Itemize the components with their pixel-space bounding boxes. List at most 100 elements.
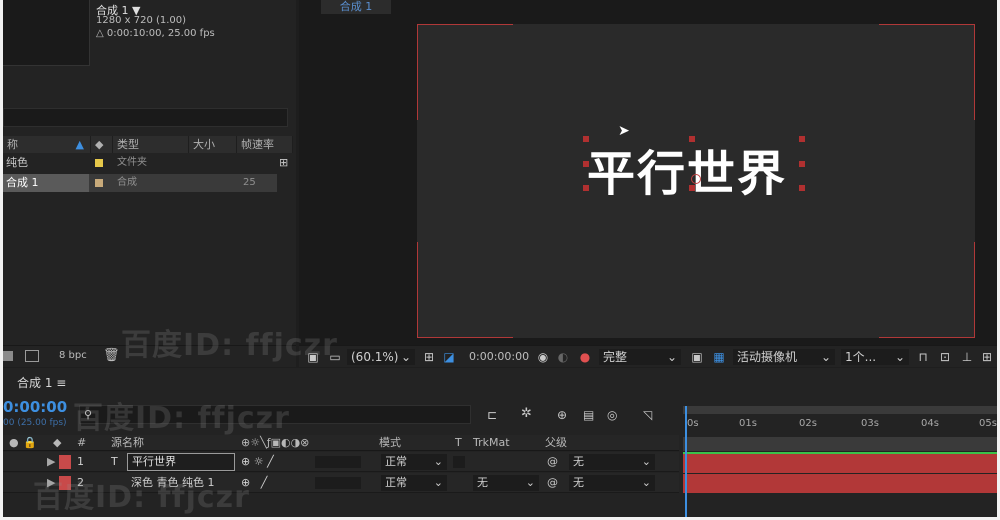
layer-mode-dropdown[interactable]: 正常 ⌄ bbox=[381, 475, 447, 491]
timeline-nav-bar[interactable] bbox=[683, 437, 997, 451]
camera-snapshot-icon[interactable]: ◉ bbox=[535, 349, 551, 365]
timeline-timecode[interactable]: 0:00:00 bbox=[3, 398, 67, 416]
mouse-cursor-icon: ➤ bbox=[618, 123, 630, 139]
trash-icon[interactable]: 🗑 bbox=[103, 348, 120, 363]
work-area-bar[interactable] bbox=[683, 406, 997, 414]
transform-handle[interactable] bbox=[689, 136, 695, 142]
mode-value: 正常 bbox=[385, 476, 407, 489]
comp-flowchart-icon[interactable]: ⊏ bbox=[487, 408, 497, 422]
search-icon: ⚲ bbox=[84, 408, 93, 421]
column-parent[interactable]: 父级 bbox=[545, 435, 567, 451]
column-source-name[interactable]: 源名称 bbox=[111, 435, 144, 451]
monitor-icon[interactable]: ▭ bbox=[327, 349, 343, 365]
resolution-value: 完整 bbox=[603, 350, 628, 364]
layout-icon[interactable]: ⊓ bbox=[915, 349, 931, 365]
comp-canvas[interactable]: 平行世界 ➤ bbox=[417, 24, 975, 338]
column-mode[interactable]: 模式 bbox=[379, 435, 401, 451]
time-ruler[interactable]: 0s 01s 02s 03s 04s 05s bbox=[683, 406, 997, 434]
current-time-indicator[interactable] bbox=[685, 406, 687, 517]
views-dropdown[interactable]: 1个... ⌄ bbox=[841, 349, 909, 365]
layer-row[interactable]: ▶ 2 深色 青色 纯色 1 ⊕ ╱ 正常 ⌄ 无 ⌄ @ 无 ⌄ bbox=[3, 473, 679, 493]
layer-row[interactable]: ▶ 1 T 平行世界 ⊕ ☼ ╱ 正常 ⌄ @ 无 ⌄ bbox=[3, 452, 679, 472]
zoom-dropdown[interactable]: (60.1%) ⌄ bbox=[347, 349, 415, 365]
column-header-size[interactable]: 大小 bbox=[189, 136, 237, 153]
shy-layers-icon[interactable]: ⊕ bbox=[557, 408, 567, 422]
column-header-name[interactable]: 称 ▲ bbox=[3, 136, 91, 153]
layer-label-color[interactable] bbox=[59, 476, 71, 490]
label-icon[interactable]: ◆ bbox=[53, 435, 61, 451]
fast-preview-icon[interactable]: ⊡ bbox=[937, 349, 953, 365]
transform-handle[interactable] bbox=[583, 185, 589, 191]
expand-arrow-icon[interactable]: ▶ bbox=[47, 473, 55, 493]
layer-parent-dropdown[interactable]: 无 ⌄ bbox=[569, 454, 655, 470]
viewer-comp-tab[interactable]: 合成 1 bbox=[321, 0, 391, 14]
graph-editor-icon[interactable]: ◹ bbox=[643, 408, 652, 422]
timeline-comp-tab[interactable]: 合成 1 ≡ bbox=[17, 374, 66, 391]
transform-handle[interactable] bbox=[799, 185, 805, 191]
preview-icon[interactable]: ▣ bbox=[305, 349, 321, 365]
project-search-input[interactable] bbox=[3, 108, 288, 127]
transparency-grid-icon[interactable]: ▦ bbox=[711, 349, 727, 365]
timeline-search-input[interactable]: ⚲ bbox=[79, 405, 471, 424]
viewer-toolbar: ▣ ▭ (60.1%) ⌄ ⊞ ◪ 0:00:00:00 ◉ ◐ ● 完整 ⌄ ▣ … bbox=[299, 345, 997, 367]
layer-name[interactable]: 深色 青色 纯色 1 bbox=[131, 473, 215, 493]
chevron-down-icon: ⌄ bbox=[666, 350, 677, 364]
layer-parent-dropdown[interactable]: 无 ⌄ bbox=[569, 475, 655, 491]
canvas-title-text[interactable]: 平行世界 bbox=[587, 134, 787, 204]
preserve-transparency-box[interactable] bbox=[453, 456, 465, 468]
expand-arrow-icon[interactable]: ▶ bbox=[47, 452, 55, 472]
mode-value: 正常 bbox=[385, 455, 407, 468]
new-comp-icon[interactable] bbox=[25, 350, 39, 362]
folder-icon[interactable] bbox=[3, 351, 13, 361]
draft-3d-icon[interactable]: ✲ bbox=[521, 406, 532, 421]
column-trkmat[interactable]: TrkMat bbox=[473, 435, 510, 451]
transform-handle[interactable] bbox=[583, 161, 589, 167]
layer-switch-boxes[interactable] bbox=[315, 456, 361, 468]
timeline-icon[interactable]: ⊥ bbox=[959, 349, 975, 365]
motion-blur-icon[interactable]: ◎ bbox=[607, 408, 617, 422]
viewer-timecode[interactable]: 0:00:00:00 bbox=[469, 349, 529, 365]
ruler-tick: 04s bbox=[921, 418, 939, 429]
layer-name-input[interactable]: 平行世界 bbox=[127, 453, 235, 471]
column-t: T bbox=[455, 436, 462, 449]
project-item-comp1[interactable]: 合成 1 合成 25 bbox=[3, 174, 277, 192]
chevron-down-icon: ⌄ bbox=[641, 455, 651, 468]
mask-visibility-icon[interactable]: ◪ bbox=[441, 349, 457, 365]
camera-dropdown[interactable]: 活动摄像机 ⌄ bbox=[733, 349, 835, 365]
color-channel-icon[interactable]: ● bbox=[577, 349, 593, 365]
pick-whip-icon[interactable]: @ bbox=[547, 452, 558, 472]
ruler-tick: 03s bbox=[861, 418, 879, 429]
column-header-fps[interactable]: 帧速率 bbox=[237, 136, 293, 153]
transform-handle[interactable] bbox=[799, 136, 805, 142]
layer-label-color[interactable] bbox=[59, 455, 71, 469]
flowchart-icon[interactable]: ⊞ bbox=[279, 154, 288, 172]
project-toolbar: 8 bpc 🗑 bbox=[3, 345, 296, 367]
visibility-icon[interactable]: ● bbox=[9, 435, 19, 451]
layer-trkmat-dropdown[interactable]: 无 ⌄ bbox=[473, 475, 539, 491]
transform-handle[interactable] bbox=[583, 136, 589, 142]
layer-switches[interactable]: ⊕ ╱ bbox=[241, 473, 267, 493]
bit-depth-button[interactable]: 8 bpc bbox=[59, 350, 87, 361]
menu-icon[interactable]: ≡ bbox=[56, 376, 66, 390]
layer-number: 2 bbox=[77, 476, 84, 489]
region-of-interest-icon[interactable]: ▣ bbox=[689, 349, 705, 365]
grid-icon[interactable]: ⊞ bbox=[421, 349, 437, 365]
lock-icon[interactable]: 🔒 bbox=[23, 435, 37, 451]
layer-1-duration-bar[interactable] bbox=[683, 454, 997, 473]
resolution-dropdown[interactable]: 完整 ⌄ bbox=[599, 349, 681, 365]
transform-handle[interactable] bbox=[689, 185, 695, 191]
flowchart-icon[interactable]: ⊞ bbox=[979, 349, 995, 365]
label-tag-icon[interactable]: ◆ bbox=[91, 136, 113, 153]
layer-mode-dropdown[interactable]: 正常 ⌄ bbox=[381, 454, 447, 470]
layer-2-duration-bar[interactable] bbox=[683, 474, 997, 493]
frame-blending-icon[interactable]: ▤ bbox=[583, 408, 594, 422]
pick-whip-icon[interactable]: @ bbox=[547, 473, 558, 493]
layer-switch-boxes[interactable] bbox=[315, 477, 361, 489]
layer-switches[interactable]: ⊕ ☼ ╱ bbox=[241, 452, 274, 472]
anchor-point-icon[interactable] bbox=[691, 174, 701, 184]
chevron-down-icon: ⌄ bbox=[820, 350, 831, 364]
project-item-solids[interactable]: 纯色 文件夹 ⊞ bbox=[3, 154, 293, 172]
show-snapshot-icon[interactable]: ◐ bbox=[555, 349, 571, 365]
column-header-type[interactable]: 类型 bbox=[113, 136, 189, 153]
transform-handle[interactable] bbox=[799, 161, 805, 167]
